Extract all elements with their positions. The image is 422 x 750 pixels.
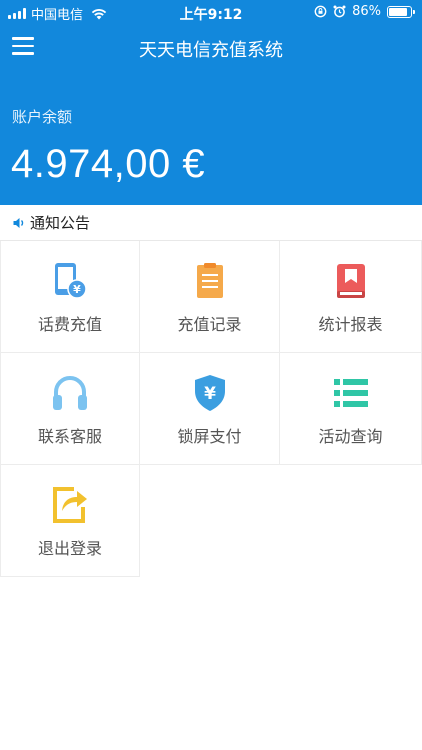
svg-text:¥: ¥	[73, 283, 81, 296]
shield-yen-icon: ¥	[194, 375, 225, 411]
menu-item-reports[interactable]: 统计报表	[280, 241, 422, 353]
menu-item-label: 退出登录	[37, 539, 102, 558]
headphones-icon	[53, 376, 87, 410]
menu-item-label: 活动查询	[318, 427, 383, 446]
menu-item-support[interactable]: 联系客服	[0, 353, 140, 465]
svg-text:¥: ¥	[204, 384, 216, 404]
battery-percent: 86%	[352, 4, 381, 19]
menu-item-label: 联系客服	[37, 427, 102, 446]
menu-item-lockscreen-pay[interactable]: ¥ 锁屏支付	[140, 353, 280, 465]
notice-label: 通知公告	[30, 214, 91, 232]
menu-item-label: 充值记录	[177, 315, 242, 334]
menu-item-activities[interactable]: 活动查询	[280, 353, 422, 465]
book-icon	[336, 264, 365, 298]
menu-item-label: 话费充值	[37, 315, 102, 334]
rotation-lock-icon	[314, 5, 327, 18]
alarm-icon	[333, 5, 346, 18]
battery-icon	[387, 5, 415, 18]
clipboard-icon	[196, 263, 223, 298]
header-panel: 中国电信 上午9:12 86% 天天电信充值系统 账户余额 4.974,00 €	[0, 0, 422, 205]
status-bar: 中国电信 上午9:12 86%	[0, 0, 422, 24]
menu-item-records[interactable]: 充值记录	[140, 241, 280, 353]
hamburger-menu-icon[interactable]	[12, 37, 34, 57]
list-icon	[333, 379, 368, 407]
balance-label: 账户余额	[12, 108, 73, 126]
phone-recharge-icon: ¥	[55, 263, 87, 299]
menu-item-recharge[interactable]: ¥ 话费充值	[0, 241, 140, 353]
balance-value: 4.974,00 €	[11, 142, 206, 186]
menu-item-logout[interactable]: 退出登录	[0, 465, 140, 577]
menu-item-label: 锁屏支付	[177, 427, 242, 446]
menu-item-label: 统计报表	[318, 315, 383, 334]
speaker-icon	[13, 217, 24, 228]
logout-icon	[53, 487, 87, 523]
page-title: 天天电信充值系统	[139, 40, 283, 61]
notice-bar[interactable]: 通知公告	[0, 205, 422, 241]
nav-bar: 天天电信充值系统	[0, 26, 422, 70]
